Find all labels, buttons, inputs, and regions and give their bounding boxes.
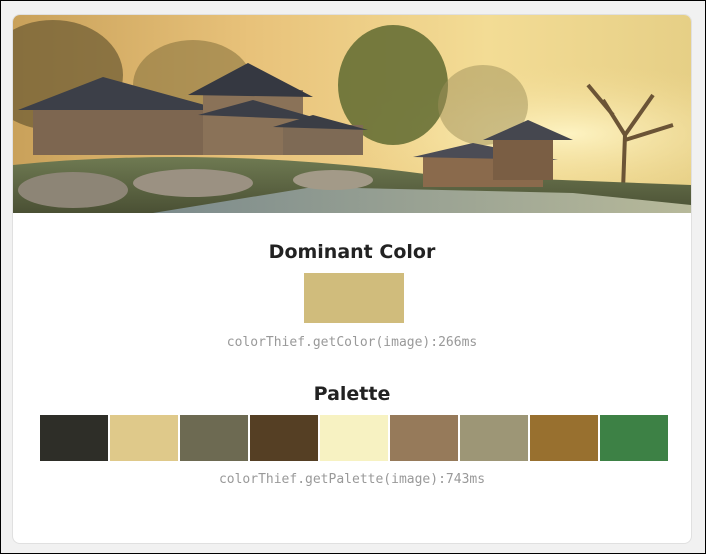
palette-swatch <box>530 415 598 461</box>
get-color-timing: colorThief.getColor(image):266ms <box>226 335 478 350</box>
palette-swatch <box>320 415 388 461</box>
palette-swatch <box>110 415 178 461</box>
palette-swatch <box>180 415 248 461</box>
dominant-color-heading: Dominant Color <box>268 241 436 263</box>
dominant-color-swatch <box>304 273 404 323</box>
palette-swatches <box>40 415 668 461</box>
get-palette-timing: colorThief.getPalette(image):743ms <box>218 472 486 487</box>
palette-swatch <box>390 415 458 461</box>
hero-image <box>13 15 691 213</box>
palette-heading: Palette <box>313 383 391 405</box>
palette-swatch <box>600 415 668 461</box>
window-frame: Dominant Color colorThief.getColor(image… <box>0 0 706 554</box>
palette-swatch <box>40 415 108 461</box>
palette-swatch <box>460 415 528 461</box>
palette-swatch <box>250 415 318 461</box>
color-thief-card: Dominant Color colorThief.getColor(image… <box>13 15 691 543</box>
